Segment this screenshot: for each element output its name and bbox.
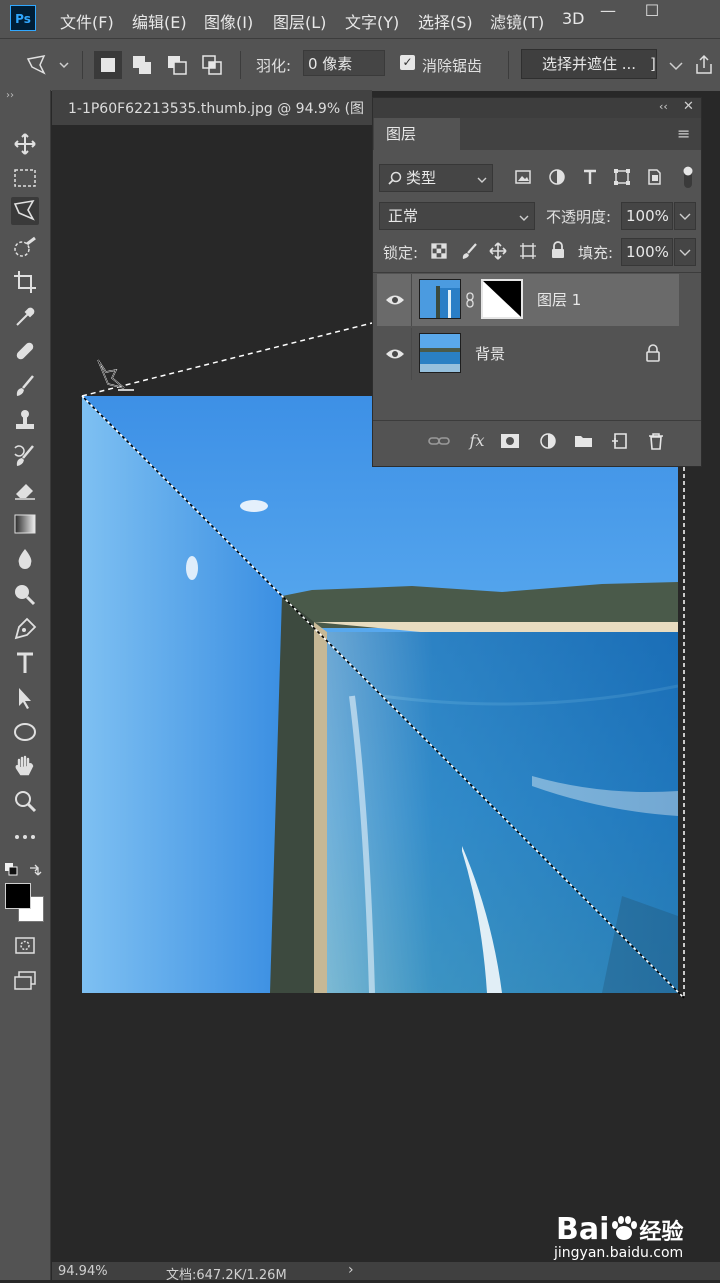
layer-mask-thumbnail[interactable] — [481, 279, 523, 319]
layer-row-layer1[interactable]: 图层 1 — [377, 274, 679, 326]
baidu-watermark: Bai 经验 — [556, 1212, 683, 1247]
type-filter-icon[interactable] — [581, 168, 599, 186]
shape-filter-icon[interactable] — [613, 168, 631, 186]
chevron-down-icon — [475, 172, 489, 186]
layer-name[interactable]: 背景 — [475, 343, 505, 364]
collapse-panel-icon[interactable]: ‹‹ — [659, 100, 668, 113]
chevron-down-icon — [517, 210, 531, 224]
lock-position-icon[interactable] — [489, 242, 507, 260]
opacity-dropdown-button[interactable] — [674, 202, 696, 230]
watermark-brand: Bai — [556, 1212, 610, 1247]
separator — [373, 420, 701, 421]
filter-toggle-icon[interactable] — [681, 164, 695, 190]
layer-thumbnail[interactable] — [419, 279, 461, 319]
close-panel-icon[interactable]: ✕ — [683, 99, 694, 114]
new-adjustment-layer-icon[interactable] — [537, 431, 561, 451]
pixel-layer-filter-icon[interactable] — [514, 168, 532, 186]
lock-image-pixels-icon[interactable] — [460, 242, 478, 260]
status-menu-arrow-icon[interactable]: › — [348, 1262, 354, 1278]
zoom-level[interactable]: 94.94% — [58, 1264, 108, 1279]
layer-thumbnail[interactable] — [419, 333, 461, 373]
separator — [373, 272, 701, 273]
fill-input[interactable]: 100% — [621, 238, 673, 266]
panel-header — [373, 98, 701, 118]
delete-layer-trash-icon[interactable] — [644, 431, 668, 451]
adjustment-filter-icon[interactable] — [548, 168, 566, 186]
fill-label: 填充: — [578, 244, 614, 262]
lock-all-icon[interactable] — [549, 241, 567, 259]
tab-layers[interactable]: 图层 — [374, 118, 460, 150]
opacity-input[interactable]: 100% — [621, 202, 673, 230]
layer-style-fx-icon[interactable]: fx — [465, 431, 489, 451]
new-layer-icon[interactable] — [609, 431, 633, 451]
watermark-brand-suffix: 经验 — [639, 1220, 684, 1245]
polygonal-lasso-cursor-icon — [96, 358, 136, 394]
blend-mode-dropdown[interactable]: 正常 — [379, 202, 535, 230]
status-bar: 94.94% 文档:647.2K/1.26M › — [52, 1262, 720, 1283]
layer-row-background[interactable]: 背景 — [377, 328, 679, 380]
search-icon — [387, 171, 403, 187]
add-mask-icon[interactable] — [499, 431, 523, 451]
visibility-eye-icon[interactable] — [385, 346, 405, 362]
visibility-eye-icon[interactable] — [385, 292, 405, 308]
fill-dropdown-button[interactable] — [674, 238, 696, 266]
smart-object-filter-icon[interactable] — [645, 168, 663, 186]
layer-lock-icon — [645, 344, 661, 362]
mask-link-icon[interactable] — [465, 292, 475, 308]
panel-menu-icon[interactable]: ≡ — [677, 124, 690, 143]
paw-icon — [609, 1214, 639, 1242]
lock-transparent-pixels-icon[interactable] — [430, 242, 448, 260]
document-size-info: 文档:647.2K/1.26M — [166, 1268, 287, 1283]
layer-name[interactable]: 图层 1 — [537, 289, 581, 310]
opacity-label: 不透明度: — [546, 208, 612, 226]
watermark-url: jingyan.baidu.com — [554, 1245, 684, 1261]
new-group-folder-icon[interactable] — [572, 431, 596, 451]
layers-panel: ‹‹ ✕ 图层 ≡ 类型 正常 不透明度: 100% 锁定: 填充: 100% … — [372, 97, 702, 467]
link-layers-icon[interactable] — [427, 431, 451, 451]
lock-label: 锁定: — [383, 244, 419, 262]
separator — [411, 274, 412, 326]
separator — [411, 328, 412, 380]
lock-artboard-icon[interactable] — [519, 242, 537, 260]
